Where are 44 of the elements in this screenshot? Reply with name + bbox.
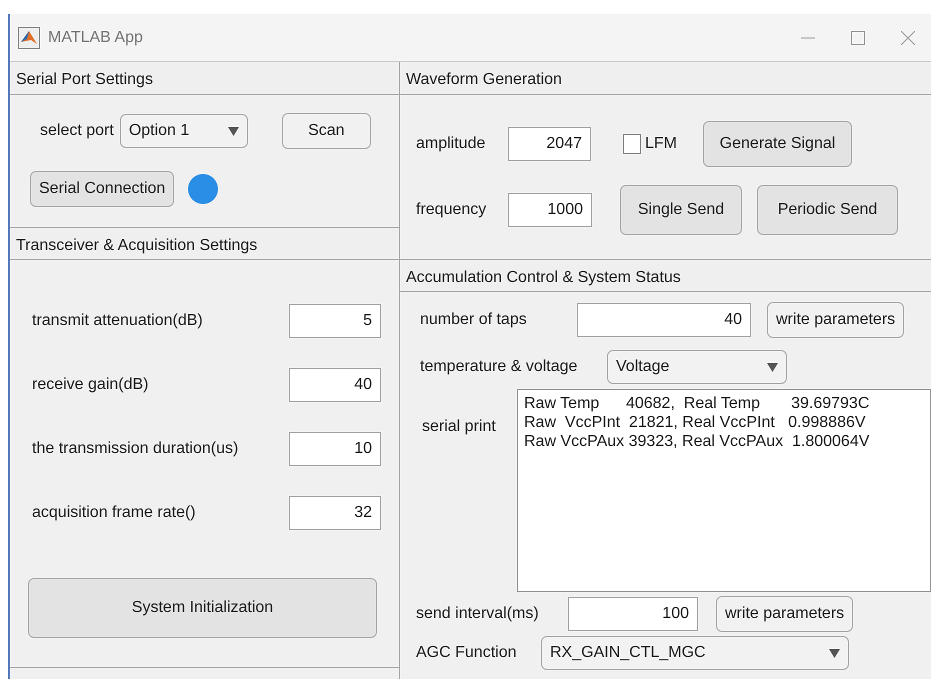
field-label: transmit attenuation(dB): [32, 311, 203, 331]
field-label: frequency: [416, 200, 488, 220]
log-line: Raw Temp 40682, Real Temp 39.69793C: [524, 394, 870, 413]
system-initialization-button[interactable]: System Initialization: [28, 578, 377, 638]
agc-dropdown[interactable]: RX_GAIN_CTL_MGC: [541, 636, 849, 670]
value-field[interactable]: 40: [289, 368, 381, 402]
dropdown-arrow-icon: [767, 362, 778, 372]
window-title: MATLAB App: [48, 28, 143, 48]
field-label: the transmission duration(us): [32, 439, 238, 459]
value-field[interactable]: 32: [289, 496, 381, 530]
value-field[interactable]: 10: [289, 432, 381, 466]
single-send-button[interactable]: Single Send: [620, 185, 742, 235]
log-line: Raw VccPInt 21821, Real VccPInt 0.998886V: [524, 413, 867, 432]
periodic-send-button[interactable]: Periodic Send: [757, 185, 898, 235]
field-label: number of taps: [419, 310, 528, 330]
lfm-checkbox[interactable]: LFM: [623, 132, 703, 156]
field-label: receive gain(dB): [32, 375, 148, 395]
value-field[interactable]: 5: [289, 304, 381, 338]
field-label: select port: [40, 121, 114, 141]
frequency-field[interactable]: 1000: [508, 193, 592, 227]
port-dropdown[interactable]: Option 1: [120, 114, 248, 148]
field-label: AGC Function: [416, 643, 518, 663]
taps-field[interactable]: 40: [577, 303, 751, 337]
field-label: temperature & voltage: [419, 357, 578, 377]
dropdown-arrow-icon: [829, 648, 840, 658]
panel-header: Transceiver & Acquisition Settings: [10, 227, 399, 260]
amplitude-field[interactable]: 2047: [508, 127, 591, 161]
sensor-dropdown[interactable]: Voltage: [607, 350, 787, 384]
interval-field[interactable]: 100: [568, 597, 698, 631]
dropdown-arrow-icon: [228, 126, 239, 136]
field-label: amplitude: [416, 134, 486, 154]
generate-signal-button[interactable]: Generate Signal: [703, 121, 852, 167]
app-logo-icon: [18, 26, 40, 48]
scan-button[interactable]: Scan: [282, 113, 371, 149]
field-label: send interval(ms): [416, 604, 540, 624]
log-line: Raw VccPAux 39323, Real VccPAux 1.800064V: [524, 432, 870, 451]
field-label: acquisition frame rate(): [32, 503, 196, 523]
write-parameters-button[interactable]: write parameters: [767, 302, 904, 338]
write-parameters-button[interactable]: write parameters: [716, 596, 854, 632]
maximize-icon[interactable]: [851, 30, 865, 44]
panel-header: Accumulation Control & System Status: [400, 259, 931, 292]
serial-connection-button[interactable]: Serial Connection: [30, 171, 174, 207]
field-label: serial print: [421, 417, 497, 437]
close-icon[interactable]: [901, 30, 915, 44]
